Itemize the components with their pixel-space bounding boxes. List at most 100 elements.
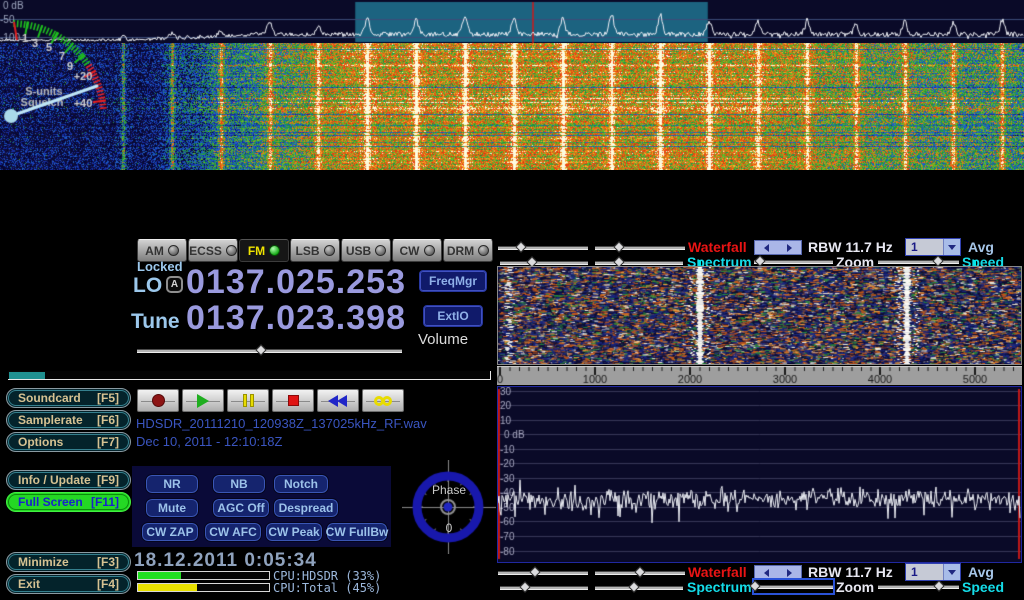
audio-spectrum-display[interactable] — [498, 387, 1021, 562]
slider-track[interactable] — [878, 585, 959, 589]
slider-track[interactable] — [137, 349, 402, 353]
waterfall-shift-spinner-bottom[interactable] — [754, 565, 802, 580]
locked-indicator: Locked — [137, 259, 183, 274]
soundcard-button[interactable]: Soundcard[F5] — [6, 388, 131, 408]
extio-button[interactable]: ExtIO — [423, 305, 483, 327]
wav-file-date: Dec 10, 2011 - 12:10:18Z — [136, 434, 282, 449]
mode-label: LSB — [296, 244, 320, 258]
squelch-level-fill — [9, 372, 45, 379]
slider-track[interactable] — [754, 585, 833, 589]
waterfall-label-top[interactable]: Waterfall — [688, 239, 747, 255]
nr-button[interactable]: NR — [145, 474, 199, 494]
waterfall-shift-spinner-top[interactable] — [754, 240, 802, 255]
wav-file-name: HDSDR_20111210_120938Z_137025kHz_RF.wav — [136, 416, 427, 431]
zoom-slider-bottom[interactable] — [754, 580, 833, 593]
slider-thumb[interactable] — [932, 255, 943, 266]
mode-button-drm[interactable]: DRM — [443, 239, 493, 262]
spectrum-contrast-slider-bottom[interactable] — [595, 581, 683, 594]
dsp-label: NR — [163, 477, 180, 491]
spectrum-brightness-slider-bottom[interactable] — [500, 581, 588, 594]
slider-track[interactable] — [878, 260, 959, 264]
mode-label: AM — [145, 244, 164, 258]
cw-zap-button[interactable]: CW ZAP — [141, 522, 199, 542]
tune-frequency-readout[interactable]: 0137.023.398 — [186, 301, 406, 335]
waterfall-brightness-slider-top[interactable] — [498, 241, 588, 254]
speed-slider-bottom[interactable] — [878, 580, 959, 593]
despread-button[interactable]: Despread — [273, 498, 339, 518]
audio-spectrum-frame — [497, 386, 1022, 563]
pause-button[interactable] — [227, 389, 269, 412]
mode-button-ecss[interactable]: ECSS — [188, 239, 238, 262]
nb-button[interactable]: NB — [212, 474, 266, 494]
mode-button-lsb[interactable]: LSB — [290, 239, 340, 262]
arrow-left-icon[interactable] — [764, 244, 769, 252]
dsp-label: Despread — [279, 501, 334, 515]
mode-button-usb[interactable]: USB — [341, 239, 391, 262]
squelch-level-bar[interactable] — [8, 371, 491, 380]
audio-frequency-scale[interactable] — [497, 366, 1022, 385]
slider-track[interactable] — [498, 571, 588, 575]
mute-button[interactable]: Mute — [145, 498, 199, 518]
exit-button[interactable]: Exit [F4] — [6, 574, 131, 594]
dropdown-arrow-button[interactable] — [943, 239, 960, 255]
record-button[interactable] — [137, 389, 179, 412]
freqmgr-button[interactable]: FreqMgr — [419, 270, 487, 292]
spectrum-label-bottom[interactable]: Spectrum — [687, 579, 752, 595]
waterfall-contrast-slider-top[interactable] — [595, 241, 685, 254]
button-hotkey: [F6] — [97, 413, 119, 427]
button-hotkey: [F4] — [97, 577, 119, 591]
mode-led-icon — [226, 245, 237, 256]
lo-frequency-readout[interactable]: 0137.025.253 — [186, 265, 406, 299]
arrow-right-icon[interactable] — [787, 569, 792, 577]
record-icon — [152, 394, 165, 407]
avg-count-dropdown-bottom[interactable]: 1 — [905, 563, 961, 581]
freqmgr-label: FreqMgr — [429, 274, 477, 288]
slider-thumb[interactable] — [516, 241, 527, 252]
cw-fullbw-button[interactable]: CW FullBw — [326, 522, 388, 542]
play-button[interactable] — [182, 389, 224, 412]
slider-track[interactable] — [595, 261, 683, 265]
arrow-left-icon[interactable] — [764, 569, 769, 577]
waterfall-label-bottom[interactable]: Waterfall — [688, 564, 747, 580]
notch-button[interactable]: Notch — [273, 474, 329, 494]
mode-led-icon — [424, 245, 435, 256]
rf-spectrum-display[interactable] — [0, 0, 1024, 43]
samplerate-button[interactable]: Samplerate[F6] — [6, 410, 131, 430]
volume-slider[interactable] — [137, 344, 402, 357]
slider-thumb[interactable] — [754, 255, 765, 266]
mode-button-fm[interactable]: FM — [239, 239, 289, 262]
button-hotkey: [F11] — [91, 495, 119, 509]
cw-afc-button[interactable]: CW AFC — [204, 522, 262, 542]
button-label: Exit — [18, 577, 40, 591]
slider-track[interactable] — [500, 586, 588, 590]
slider-thumb[interactable] — [529, 566, 540, 577]
slider-thumb[interactable] — [628, 581, 639, 592]
arrow-right-icon[interactable] — [787, 244, 792, 252]
loop-button[interactable] — [362, 389, 404, 412]
cw-peak-button[interactable]: CW Peak — [265, 522, 323, 542]
fullscreen-button[interactable]: Full Screen[F11] — [6, 492, 131, 512]
waterfall-brightness-slider-bottom[interactable] — [498, 566, 588, 579]
info-update-button[interactable]: Info / Update[F9] — [6, 470, 131, 490]
mode-label: ECSS — [189, 244, 222, 258]
mode-button-cw[interactable]: CW — [392, 239, 442, 262]
extio-label: ExtIO — [437, 309, 468, 323]
slider-thumb[interactable] — [614, 241, 625, 252]
slider-thumb[interactable] — [934, 580, 945, 591]
audio-waterfall-display[interactable] — [498, 267, 1021, 364]
minimize-button[interactable]: Minimize[F3] — [6, 552, 131, 572]
slider-thumb[interactable] — [520, 581, 531, 592]
lo-auto-badge[interactable]: A — [166, 276, 183, 293]
slider-track[interactable] — [595, 246, 685, 250]
rewind-button[interactable] — [317, 389, 359, 412]
dropdown-arrow-button[interactable] — [943, 564, 960, 580]
options-button[interactable]: Options[F7] — [6, 432, 131, 452]
waterfall-contrast-slider-bottom[interactable] — [595, 566, 685, 579]
agc-off-button[interactable]: AGC Off — [212, 498, 270, 518]
avg-count-dropdown-top[interactable]: 1 — [905, 238, 961, 256]
slider-thumb[interactable] — [634, 566, 645, 577]
slider-track[interactable] — [498, 246, 588, 250]
slider-thumb[interactable] — [255, 344, 266, 355]
stop-button[interactable] — [272, 389, 314, 412]
slider-track[interactable] — [500, 261, 588, 265]
